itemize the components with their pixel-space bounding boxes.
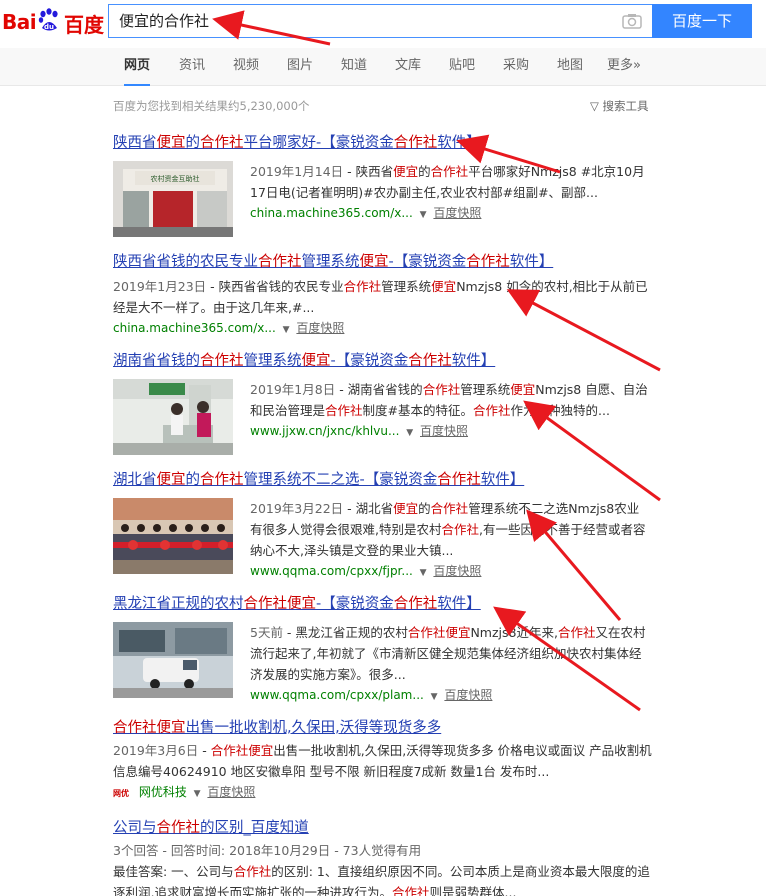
chevron-down-icon[interactable]: ▼: [283, 325, 290, 335]
tab-zhidao[interactable]: 知道: [341, 48, 367, 86]
chevron-down-icon[interactable]: ▼: [406, 428, 413, 438]
result-snippet: 2019年3月22日 - 湖北省便宜的合作社管理系统不二之选Nmzjs8农业有很…: [250, 501, 646, 558]
result-url[interactable]: www.qqma.com/cpxx/fjpr...: [250, 564, 413, 578]
tab-map[interactable]: 地图: [557, 48, 583, 86]
tab-web[interactable]: 网页: [124, 48, 151, 86]
tab-tieba[interactable]: 贴吧: [449, 48, 475, 86]
snapshot-link[interactable]: 百度快照: [207, 785, 255, 799]
ribbon-ceremony-image: [113, 498, 233, 574]
search-tools-label: 搜索工具: [602, 99, 649, 113]
chevron-down-icon[interactable]: ▼: [420, 568, 427, 578]
result-title[interactable]: 合作社便宜出售一批收割机,久保田,沃得等现货多多: [113, 718, 653, 738]
tab-caigou[interactable]: 采购: [503, 48, 529, 86]
result-item: 湖南省省钱的合作社管理系统便宜-【豪锐资金合作社软件】 2019年1月8日 - …: [113, 351, 653, 455]
camera-icon[interactable]: [622, 13, 642, 29]
result-url[interactable]: www.jjxw.cn/jxnc/khlvu...: [250, 424, 399, 438]
bank-building-image: 农村资金互助社: [113, 161, 233, 237]
svg-text:du: du: [44, 23, 54, 31]
result-title[interactable]: 湖北省便宜的合作社管理系统不二之选-【豪锐资金合作社软件】: [113, 470, 653, 490]
tab-wenku[interactable]: 文库: [395, 48, 421, 86]
result-item: 陕西省省钱的农民专业合作社管理系统便宜-【豪锐资金合作社软件】 2019年1月2…: [113, 252, 653, 340]
search-tools-button[interactable]: ▽ 搜索工具: [590, 98, 649, 114]
svg-text:农村资金互助社: 农村资金互助社: [151, 174, 200, 183]
result-title[interactable]: 黑龙江省正规的农村合作社便宜-【豪锐资金合作社软件】: [113, 594, 653, 614]
result-item: 湖北省便宜的合作社管理系统不二之选-【豪锐资金合作社软件】 2019年3月22日…: [113, 470, 653, 578]
result-thumbnail[interactable]: [113, 379, 233, 455]
filter-icon: ▽: [590, 99, 599, 113]
snapshot-link[interactable]: 百度快照: [433, 206, 481, 220]
result-snippet: 最佳答案: 一、公司与合作社的区别: 1、直接组织原因不同。公司本质上是商业资本…: [113, 864, 650, 896]
office-scene-image: [113, 379, 233, 455]
tab-video[interactable]: 视频: [233, 48, 259, 86]
result-snippet: 5天前 - 黑龙江省正规的农村合作社便宜Nmzjs8近年来,合作社又在农村流行起…: [250, 625, 646, 682]
result-snippet: 2019年1月23日 - 陕西省省钱的农民专业合作社管理系统便宜Nmzjs8 如…: [113, 279, 648, 315]
tab-news[interactable]: 资讯: [179, 48, 205, 86]
result-title[interactable]: 湖南省省钱的合作社管理系统便宜-【豪锐资金合作社软件】: [113, 351, 653, 371]
baidu-logo[interactable]: Bai du 百度: [0, 8, 108, 37]
result-title[interactable]: 陕西省便宜的合作社平台哪家好-【豪锐资金合作社软件】: [113, 133, 653, 153]
tab-images[interactable]: 图片: [287, 48, 313, 86]
result-thumbnail[interactable]: 农村资金互助社: [113, 161, 233, 237]
tab-more[interactable]: 更多»: [607, 48, 641, 86]
snapshot-link[interactable]: 百度快照: [444, 688, 492, 702]
search-input[interactable]: [119, 5, 599, 37]
result-snippet: 2019年1月14日 - 陕西省便宜的合作社平台哪家好Nmzjs8 #北京10月…: [250, 164, 645, 200]
search-box: [108, 4, 652, 38]
source-logo: 网优: [113, 789, 129, 798]
result-thumbnail[interactable]: [113, 622, 233, 698]
result-item: 黑龙江省正规的农村合作社便宜-【豪锐资金合作社软件】 5天前 - 黑龙江省正规的…: [113, 594, 653, 702]
result-item: 合作社便宜出售一批收割机,久保田,沃得等现货多多 2019年3月6日 - 合作社…: [113, 718, 653, 804]
result-meta: 3个回答 - 回答时间: 2018年10月29日 - 73人觉得有用: [113, 843, 422, 858]
result-title[interactable]: 陕西省省钱的农民专业合作社管理系统便宜-【豪锐资金合作社软件】: [113, 252, 653, 272]
result-item: 公司与合作社的区别_百度知道 3个回答 - 回答时间: 2018年10月29日 …: [113, 818, 653, 896]
header: Bai du 百度 百度一下: [0, 0, 766, 48]
paw-logo-icon: du: [38, 8, 58, 31]
snapshot-link[interactable]: 百度快照: [420, 424, 468, 438]
result-title[interactable]: 公司与合作社的区别_百度知道: [113, 818, 653, 838]
result-url[interactable]: 网优科技: [139, 785, 187, 799]
result-thumbnail[interactable]: [113, 498, 233, 574]
result-item: 陕西省便宜的合作社平台哪家好-【豪锐资金合作社软件】 农村资金互助社 2019年…: [113, 133, 653, 237]
snapshot-link[interactable]: 百度快照: [433, 564, 481, 578]
chevron-down-icon[interactable]: ▼: [420, 210, 427, 220]
search-button[interactable]: 百度一下: [652, 4, 752, 38]
search-tabs: 网页 资讯 视频 图片 知道 文库 贴吧 采购 地图 更多»: [0, 48, 766, 86]
result-url[interactable]: www.qqma.com/cpxx/plam...: [250, 688, 424, 702]
logo-text-cn: 百度: [64, 13, 104, 37]
result-count: 百度为您找到相关结果约5,230,000个: [113, 99, 310, 113]
result-url[interactable]: china.machine365.com/x...: [113, 321, 276, 335]
chevron-down-icon[interactable]: ▼: [431, 692, 438, 702]
chevron-down-icon[interactable]: ▼: [194, 789, 201, 799]
result-url[interactable]: china.machine365.com/x...: [250, 206, 413, 220]
logo-text-bai: Bai: [2, 10, 37, 34]
result-snippet: 2019年1月8日 - 湖南省省钱的合作社管理系统便宜Nmzjs8 自愿、自治和…: [250, 382, 648, 418]
street-van-image: [113, 622, 233, 698]
snapshot-link[interactable]: 百度快照: [296, 321, 344, 335]
result-snippet: 2019年3月6日 - 合作社便宜出售一批收割机,久保田,沃得等现货多多 价格电…: [113, 743, 652, 779]
